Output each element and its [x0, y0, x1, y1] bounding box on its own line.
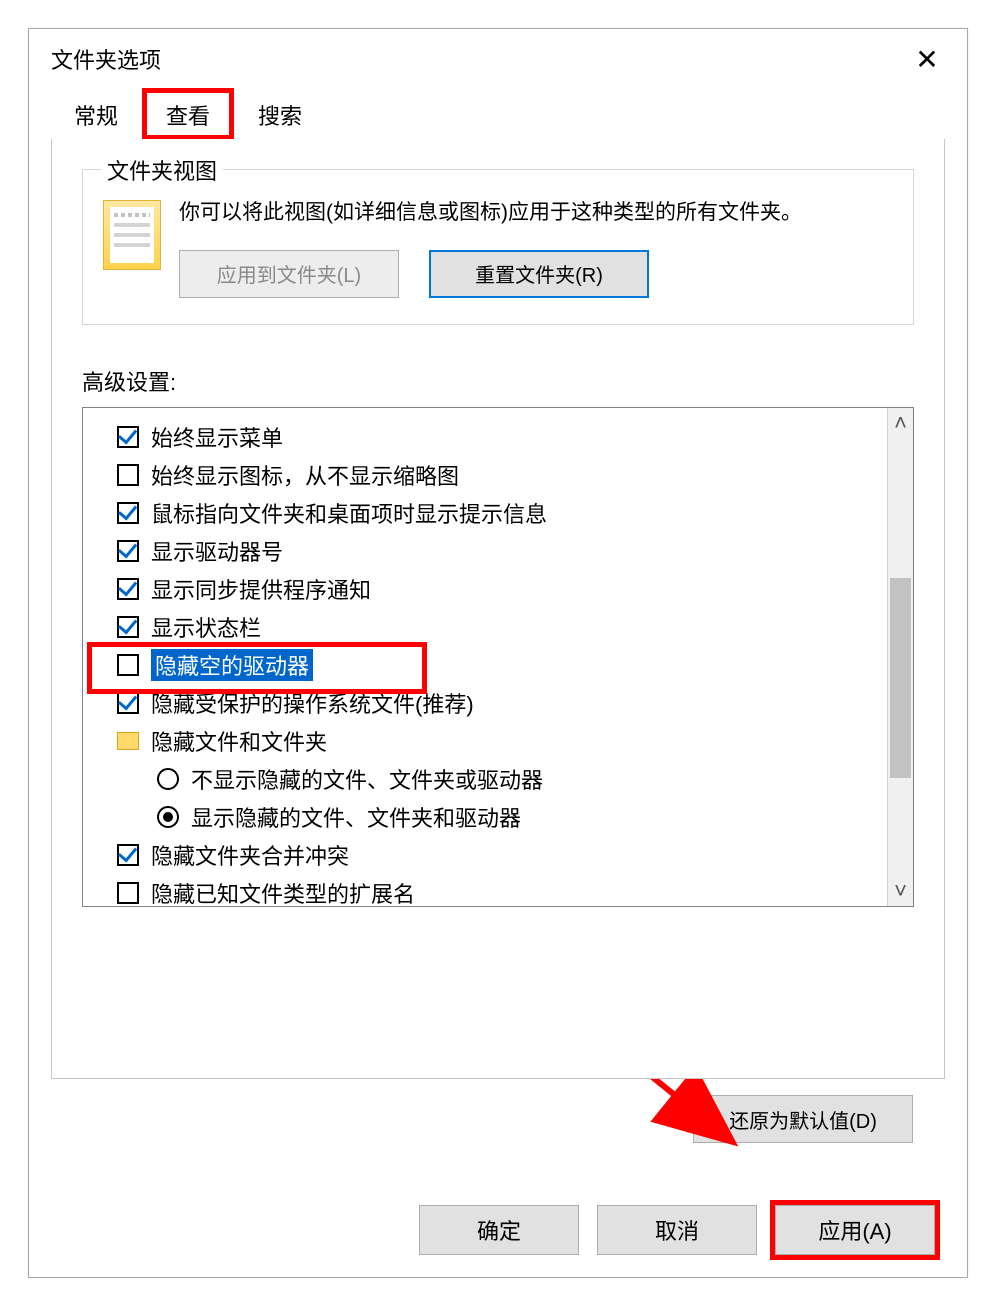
checkbox[interactable] — [117, 426, 139, 448]
list-item[interactable]: 隐藏空的驱动器 — [117, 646, 887, 684]
group-legend: 文件夹视图 — [101, 154, 223, 186]
tab-view[interactable]: 查看 — [143, 89, 233, 139]
list-item[interactable]: 隐藏已知文件类型的扩展名 — [117, 874, 887, 907]
apply-button[interactable]: 应用(A) — [775, 1205, 935, 1255]
tab-search[interactable]: 搜索 — [235, 89, 325, 139]
scroll-down-icon[interactable]: ˅ — [888, 876, 913, 906]
list-item[interactable]: 隐藏文件夹合并冲突 — [117, 836, 887, 874]
checkbox[interactable] — [117, 616, 139, 638]
close-icon[interactable]: ✕ — [897, 34, 957, 84]
scroll-up-icon[interactable]: ˄ — [888, 408, 913, 438]
scroll-thumb[interactable] — [890, 578, 911, 778]
checkbox[interactable] — [117, 844, 139, 866]
item-label: 显示隐藏的文件、文件夹和驱动器 — [191, 801, 521, 833]
radio[interactable] — [157, 806, 179, 828]
folder-icon — [103, 200, 161, 270]
advanced-settings-list[interactable]: 始终显示菜单始终显示图标，从不显示缩略图鼠标指向文件夹和桌面项时显示提示信息显示… — [82, 407, 914, 907]
checkbox[interactable] — [117, 464, 139, 486]
list-item[interactable]: 显示同步提供程序通知 — [117, 570, 887, 608]
apply-to-folders-button: 应用到文件夹(L) — [179, 250, 399, 298]
scrollbar[interactable]: ˄ ˅ — [887, 408, 913, 906]
list-item[interactable]: 隐藏文件和文件夹 — [117, 722, 887, 760]
item-label: 隐藏受保护的操作系统文件(推荐) — [151, 687, 474, 719]
advanced-settings-label: 高级设置: — [82, 365, 914, 397]
tab-strip: 常规 查看 搜索 — [51, 89, 945, 139]
list-item[interactable]: 鼠标指向文件夹和桌面项时显示提示信息 — [117, 494, 887, 532]
folder-options-dialog: 文件夹选项 ✕ 常规 查看 搜索 文件夹视图 你可以将此视图(如详细信息或图标)… — [28, 28, 968, 1278]
item-label: 鼠标指向文件夹和桌面项时显示提示信息 — [151, 497, 547, 529]
item-label: 始终显示图标，从不显示缩略图 — [151, 459, 459, 491]
checkbox[interactable] — [117, 654, 139, 676]
titlebar: 文件夹选项 ✕ — [29, 29, 967, 89]
item-label: 隐藏文件和文件夹 — [151, 725, 327, 757]
radio[interactable] — [157, 768, 179, 790]
item-label: 不显示隐藏的文件、文件夹或驱动器 — [191, 763, 543, 795]
ok-button[interactable]: 确定 — [419, 1205, 579, 1255]
scroll-track[interactable] — [888, 438, 913, 876]
list-item[interactable]: 隐藏受保护的操作系统文件(推荐) — [117, 684, 887, 722]
checkbox[interactable] — [117, 502, 139, 524]
item-label: 隐藏文件夹合并冲突 — [151, 839, 349, 871]
list-item[interactable]: 始终显示图标，从不显示缩略图 — [117, 456, 887, 494]
reset-folders-button[interactable]: 重置文件夹(R) — [429, 250, 649, 298]
checkbox[interactable] — [117, 540, 139, 562]
list-item[interactable]: 显示隐藏的文件、文件夹和驱动器 — [117, 798, 887, 836]
folder-icon — [117, 732, 139, 750]
cancel-button[interactable]: 取消 — [597, 1205, 757, 1255]
checkbox[interactable] — [117, 882, 139, 904]
list-item[interactable]: 显示驱动器号 — [117, 532, 887, 570]
item-label: 隐藏已知文件类型的扩展名 — [151, 877, 415, 907]
dialog-footer: 确定 取消 应用(A) — [29, 1205, 967, 1255]
item-label: 隐藏空的驱动器 — [151, 649, 313, 681]
list-item[interactable]: 始终显示菜单 — [117, 418, 887, 456]
dialog-title: 文件夹选项 — [51, 43, 161, 75]
list-item[interactable]: 不显示隐藏的文件、文件夹或驱动器 — [117, 760, 887, 798]
checkbox[interactable] — [117, 692, 139, 714]
item-label: 显示驱动器号 — [151, 535, 283, 567]
checkbox[interactable] — [117, 578, 139, 600]
restore-defaults-button[interactable]: 还原为默认值(D) — [693, 1095, 913, 1143]
list-item[interactable]: 显示状态栏 — [117, 608, 887, 646]
group-description: 你可以将此视图(如详细信息或图标)应用于这种类型的所有文件夹。 — [179, 196, 893, 230]
item-label: 始终显示菜单 — [151, 421, 283, 453]
item-label: 显示状态栏 — [151, 611, 261, 643]
folder-views-group: 文件夹视图 你可以将此视图(如详细信息或图标)应用于这种类型的所有文件夹。 应用… — [82, 169, 914, 325]
tab-general[interactable]: 常规 — [51, 89, 141, 139]
tab-panel: 文件夹视图 你可以将此视图(如详细信息或图标)应用于这种类型的所有文件夹。 应用… — [51, 139, 945, 1079]
item-label: 显示同步提供程序通知 — [151, 573, 371, 605]
